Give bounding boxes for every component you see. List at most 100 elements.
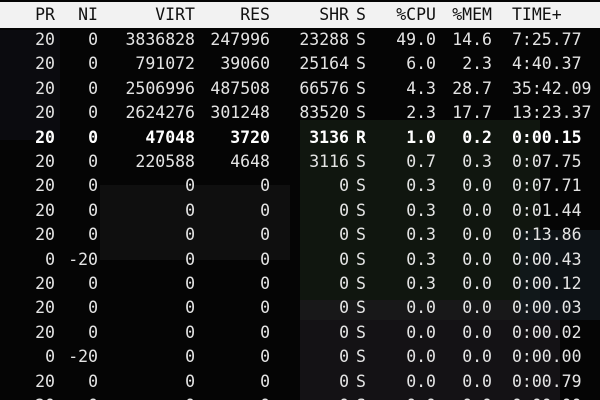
- cell-cpu: 0.3: [406, 200, 436, 220]
- cell-res: 301248: [210, 103, 270, 123]
- cell-pr: 20: [35, 322, 55, 342]
- process-row[interactable]: 20 0 0 0 0 S 0.3 0.0 0:07.71: [0, 174, 600, 198]
- cell-pr: 20: [35, 200, 55, 220]
- cell-state: S: [356, 225, 366, 245]
- process-row[interactable]: 0 -20 0 0 0 S 0.3 0.0 0:00.43: [0, 248, 600, 272]
- cell-cpu: 0.7: [406, 152, 436, 171]
- process-row[interactable]: 20 0 0 0 0 S 0.3 0.0 0:01.44: [0, 199, 600, 223]
- cell-res: 0: [260, 394, 270, 400]
- column-header-virt[interactable]: VIRT: [155, 2, 195, 28]
- cell-pr: 20: [35, 225, 55, 245]
- cell-pr: 0: [45, 347, 55, 367]
- cell-state: S: [356, 30, 366, 49]
- process-row[interactable]: 0 -20 0 0 0 S 0.0 0.0 0:00.00: [0, 345, 600, 369]
- cell-pr: 20: [35, 274, 55, 293]
- cell-res: 487508: [210, 78, 270, 98]
- cell-shr: 0: [339, 274, 349, 293]
- column-header-mem[interactable]: %MEM: [452, 2, 492, 28]
- cell-virt: 47048: [145, 127, 195, 147]
- cell-state: S: [356, 176, 366, 196]
- cell-pr: 20: [35, 152, 55, 171]
- cell-mem: 0.0: [462, 322, 492, 342]
- process-row[interactable]: 20 0 0 0 0 S 0.0 0.0 0:00.02: [0, 321, 600, 345]
- cell-shr: 25164: [299, 54, 349, 74]
- cell-virt: 220588: [135, 152, 195, 171]
- cell-res: 0: [260, 298, 270, 318]
- process-row[interactable]: 20 0 0 0 0 S 0.0 0.0 0:00.00: [0, 394, 600, 400]
- cell-ni: 0: [88, 298, 98, 318]
- column-header-shr[interactable]: SHR: [319, 2, 349, 28]
- cell-time: 4:40.37: [512, 54, 582, 74]
- process-row[interactable]: 20 0 0 0 0 S 0.0 0.0 0:00.03: [0, 296, 600, 320]
- cell-shr: 0: [339, 225, 349, 245]
- column-header-res[interactable]: RES: [240, 2, 270, 28]
- cell-mem: 2.3: [462, 54, 492, 74]
- cell-time: 0:00.79: [512, 371, 582, 391]
- cell-virt: 2506996: [125, 78, 195, 98]
- cell-time: 0:07.75: [512, 152, 582, 171]
- process-row[interactable]: 20 0 47048 3720 3136 R 1.0 0.2 0:00.15: [0, 126, 600, 150]
- cell-res: 39060: [220, 54, 270, 74]
- cell-ni: 0: [88, 225, 98, 245]
- cell-cpu: 0.3: [406, 225, 436, 245]
- cell-virt: 0: [185, 249, 195, 269]
- cell-state: S: [356, 152, 366, 171]
- cell-cpu: 0.0: [406, 347, 436, 367]
- cell-virt: 0: [185, 176, 195, 196]
- process-row[interactable]: 20 0 220588 4648 3116 S 0.7 0.3 0:07.75: [0, 150, 600, 174]
- process-row[interactable]: 20 0 2624276 301248 83520 S 2.3 17.7 13:23.37: [0, 101, 600, 125]
- cell-virt: 0: [185, 347, 195, 367]
- cell-shr: 0: [339, 394, 349, 400]
- cell-shr: 3136: [309, 127, 349, 147]
- cell-shr: 0: [339, 371, 349, 391]
- cell-ni: 0: [88, 176, 98, 196]
- cell-pr: 20: [35, 54, 55, 74]
- cell-state: S: [356, 371, 366, 391]
- cell-state: S: [356, 274, 366, 293]
- cell-virt: 3836828: [125, 30, 195, 49]
- cell-res: 0: [260, 225, 270, 245]
- column-header-pr[interactable]: PR: [35, 2, 55, 28]
- column-header-cpu[interactable]: %CPU: [396, 2, 436, 28]
- cell-mem: 17.7: [452, 103, 492, 123]
- cell-mem: 28.7: [452, 78, 492, 98]
- cell-state: S: [356, 322, 366, 342]
- cell-shr: 0: [339, 347, 349, 367]
- cell-ni: 0: [88, 371, 98, 391]
- cell-cpu: 49.0: [396, 30, 436, 49]
- cell-state: R: [356, 127, 366, 147]
- cell-shr: 83520: [299, 103, 349, 123]
- cell-mem: 0.0: [462, 225, 492, 245]
- process-row[interactable]: 20 0 3836828 247996 23288 S 49.0 14.6 7:25.77: [0, 28, 600, 52]
- cell-mem: 0.3: [462, 152, 492, 171]
- cell-virt: 0: [185, 394, 195, 400]
- cell-res: 0: [260, 347, 270, 367]
- process-row[interactable]: 20 0 791072 39060 25164 S 6.0 2.3 4:40.37: [0, 52, 600, 76]
- process-row[interactable]: 20 0 0 0 0 S 0.0 0.0 0:00.79: [0, 370, 600, 394]
- process-table-header: PR NI VIRT RES SHR S %CPU %MEM TIME+: [0, 2, 600, 28]
- cell-time: 35:42.09: [512, 78, 592, 98]
- cell-ni: 0: [88, 274, 98, 293]
- process-row[interactable]: 20 0 2506996 487508 66576 S 4.3 28.7 35:42.09: [0, 77, 600, 101]
- cell-pr: 20: [35, 298, 55, 318]
- column-header-ni[interactable]: NI: [78, 2, 98, 28]
- cell-cpu: 0.3: [406, 249, 436, 269]
- cell-res: 0: [260, 200, 270, 220]
- cell-mem: 14.6: [452, 30, 492, 49]
- process-row[interactable]: 20 0 0 0 0 S 0.3 0.0 0:13.86: [0, 223, 600, 247]
- cell-time: 0:00.15: [512, 127, 582, 147]
- column-header-state[interactable]: S: [356, 2, 366, 28]
- cell-shr: 3116: [309, 152, 349, 171]
- column-header-time[interactable]: TIME+: [512, 2, 562, 28]
- cell-res: 4648: [230, 152, 270, 171]
- cell-cpu: 0.3: [406, 176, 436, 196]
- process-row[interactable]: 20 0 0 0 0 S 0.3 0.0 0:00.12: [0, 272, 600, 296]
- cell-shr: 0: [339, 249, 349, 269]
- cell-pr: 0: [45, 249, 55, 269]
- cell-time: 0:13.86: [512, 225, 582, 245]
- cell-state: S: [356, 54, 366, 74]
- cell-pr: 20: [35, 78, 55, 98]
- cell-ni: 0: [88, 322, 98, 342]
- cell-res: 247996: [210, 30, 270, 49]
- cell-cpu: 1.0: [406, 127, 436, 147]
